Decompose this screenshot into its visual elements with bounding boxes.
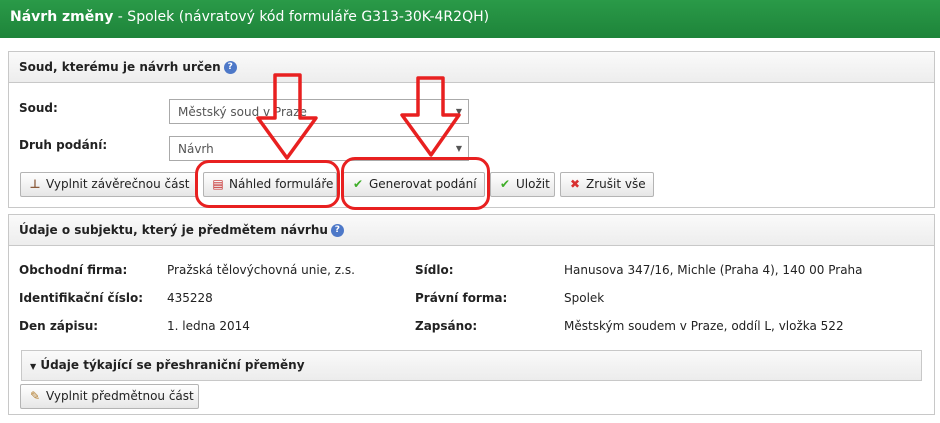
save-label: Uložit	[516, 177, 550, 191]
stamp-icon: ⊥	[29, 177, 41, 191]
cancel-all-button[interactable]: ✖ Zrušit vše	[560, 172, 654, 197]
registration-date-label: Den zápisu:	[19, 319, 99, 333]
checkmark-icon: ✔	[499, 177, 511, 191]
crossborder-section-title: Údaje týkající se přeshraniční přeměny	[40, 358, 305, 372]
court-label: Soud:	[19, 101, 58, 115]
page-title: Návrh změny	[10, 9, 114, 25]
subject-panel-title: Údaje o subjektu, který je předmětem náv…	[19, 223, 328, 237]
id-number-value: 435228	[167, 291, 213, 305]
page-header: Návrh změny - Spolek (návratový kód form…	[0, 0, 940, 38]
fill-subject-part-button[interactable]: ✎ Vyplnit předmětnou část	[20, 384, 199, 409]
help-icon[interactable]: ?	[223, 61, 237, 74]
help-icon[interactable]: ?	[330, 224, 344, 237]
court-panel-heading: Soud, kterému je návrh určen?	[9, 52, 934, 83]
fill-final-part-label: Vyplnit závěrečnou část	[46, 177, 190, 191]
triangle-down-icon: ▼	[30, 362, 37, 371]
page-subtitle: - Spolek (návratový kód formuláře G313-3…	[113, 9, 490, 25]
subject-panel-heading: Údaje o subjektu, který je předmětem náv…	[9, 215, 934, 246]
legal-form-value: Spolek	[564, 291, 605, 305]
seat-value: Hanusova 347/16, Michle (Praha 4), 140 0…	[564, 263, 863, 277]
crossborder-section-toggle[interactable]: ▼ Údaje týkající se přeshraniční přeměny	[21, 350, 922, 381]
registered-by-label: Zapsáno:	[415, 319, 478, 333]
court-select[interactable]: Městský soud v Praze ▼	[169, 99, 469, 124]
id-number-label: Identifikační číslo:	[19, 291, 144, 305]
chevron-down-icon: ▼	[455, 144, 462, 153]
filing-type-label: Druh podání:	[19, 138, 108, 152]
registered-by-value: Městským soudem v Praze, oddíl L, vložka…	[564, 319, 844, 333]
court-panel-title: Soud, kterému je návrh určen	[19, 60, 221, 74]
seat-label: Sídlo:	[415, 263, 454, 277]
cancel-all-label: Zrušit vše	[586, 177, 646, 191]
pencil-icon: ✎	[29, 389, 41, 403]
filing-type-value: Návrh	[178, 142, 214, 156]
firm-label: Obchodní firma:	[19, 263, 128, 277]
registration-date-value: 1. ledna 2014	[167, 319, 250, 333]
generate-highlight-ellipse	[341, 157, 490, 210]
save-button[interactable]: ✔ Uložit	[490, 172, 555, 197]
firm-value: Pražská tělovýchovná unie, z.s.	[167, 263, 355, 277]
fill-subject-part-label: Vyplnit předmětnou část	[46, 389, 194, 403]
legal-form-label: Právní forma:	[415, 291, 508, 305]
red-x-icon: ✖	[569, 177, 581, 191]
preview-highlight-ellipse	[195, 160, 340, 208]
fill-final-part-button[interactable]: ⊥ Vyplnit závěrečnou část	[20, 172, 198, 197]
chevron-down-icon: ▼	[455, 107, 462, 116]
court-select-value: Městský soud v Praze	[178, 105, 307, 119]
subject-panel: Údaje o subjektu, který je předmětem náv…	[8, 214, 935, 415]
